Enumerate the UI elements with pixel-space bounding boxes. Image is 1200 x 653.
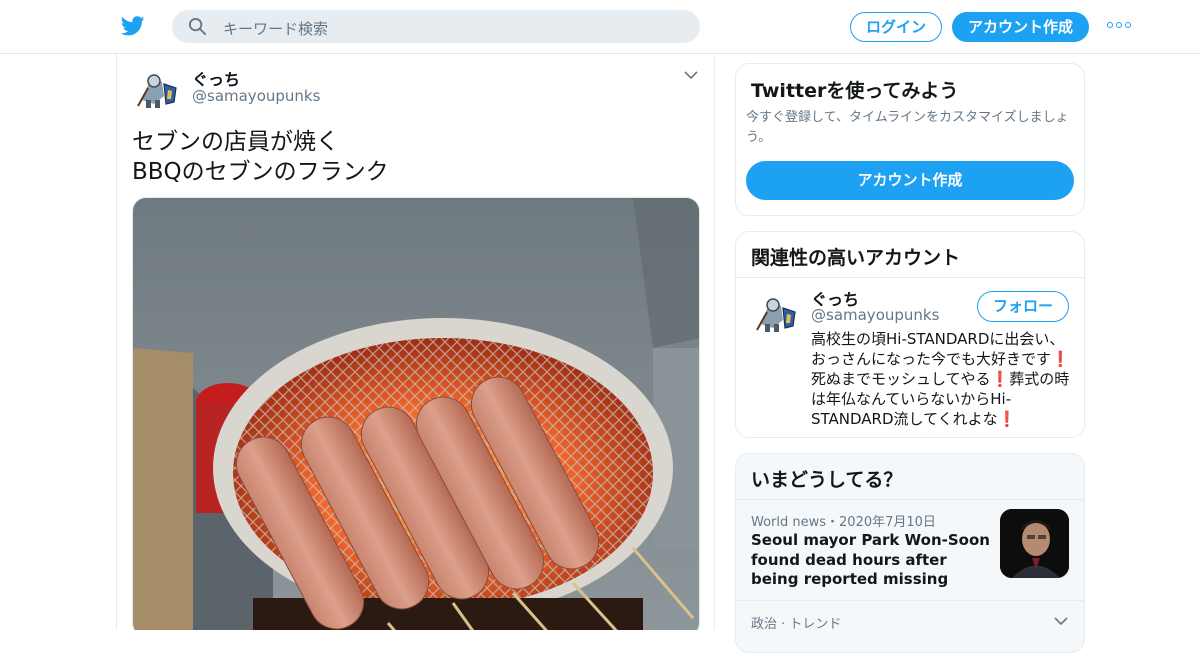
login-button[interactable]: ログイン [850, 12, 942, 42]
tweet-text-line-2: BBQのセブンのフランク [132, 159, 389, 185]
more-icon[interactable] [1107, 22, 1131, 30]
twitter-bird-icon[interactable] [120, 14, 146, 38]
related-accounts-card: 関連性の高いアカウント ぐっち @samayoupunks フォロー 高校生の頃… [735, 231, 1085, 438]
signup-card: Twitterを使ってみよう 今すぐ登録して、タイムラインをカスタマイズしましょ… [735, 63, 1085, 216]
signup-button[interactable]: アカウント作成 [952, 12, 1089, 42]
search-box[interactable]: キーワード検索 [172, 10, 700, 43]
tweet-text-line-1: セブンの店員が焼く [132, 129, 339, 155]
chevron-down-icon[interactable] [1054, 616, 1068, 626]
search-icon [188, 17, 207, 36]
trend-title: Seoul mayor Park Won-Soon found dead hou… [751, 531, 990, 588]
follow-button[interactable]: フォロー [977, 291, 1069, 322]
tweet-photo[interactable] [132, 197, 700, 630]
related-account-bio: 高校生の頃Hi-STANDARDに出会い、おっさんになった今でも大好きです❗️ … [811, 330, 1070, 428]
tweet-text: セブンの店員が焼く BBQのセブンのフランク [132, 127, 692, 187]
signup-card-button[interactable]: アカウント作成 [746, 161, 1074, 200]
trends-header: いまどうしてる？ [736, 454, 1084, 500]
avatar[interactable] [753, 290, 799, 336]
signup-card-title: Twitterを使ってみよう [751, 80, 959, 102]
trend-meta: World news・2020年7月10日 [751, 515, 936, 530]
trends-title: いまどうしてる？ [751, 469, 903, 491]
signup-card-subtitle: 今すぐ登録して、タイムラインをカスタマイズしましょう。 [746, 110, 1069, 145]
top-navigation-bar: キーワード検索 ログイン アカウント作成 [0, 0, 1200, 54]
trend-meta: 政治 · トレンド [751, 617, 842, 632]
related-accounts-header: 関連性の高いアカウント [736, 232, 1084, 278]
avatar[interactable] [134, 66, 180, 112]
sausage-grill-image [133, 198, 699, 630]
search-input[interactable]: キーワード検索 [223, 18, 328, 39]
tweet-detail: ぐっち @samayoupunks セブンの店員が焼く BBQのセブンのフランク [116, 54, 715, 630]
related-accounts-title: 関連性の高いアカウント [751, 247, 961, 269]
trend-item[interactable]: World news・2020年7月10日 Seoul mayor Park W… [736, 500, 1084, 601]
trend-thumbnail [1000, 509, 1069, 578]
related-account-handle[interactable]: @samayoupunks [811, 306, 939, 324]
author-handle[interactable]: @samayoupunks [192, 87, 320, 105]
trend-item[interactable]: 政治 · トレンド [736, 602, 1084, 652]
chevron-down-icon[interactable] [684, 70, 698, 80]
trends-card: いまどうしてる？ World news・2020年7月10日 Seoul may… [735, 453, 1085, 653]
